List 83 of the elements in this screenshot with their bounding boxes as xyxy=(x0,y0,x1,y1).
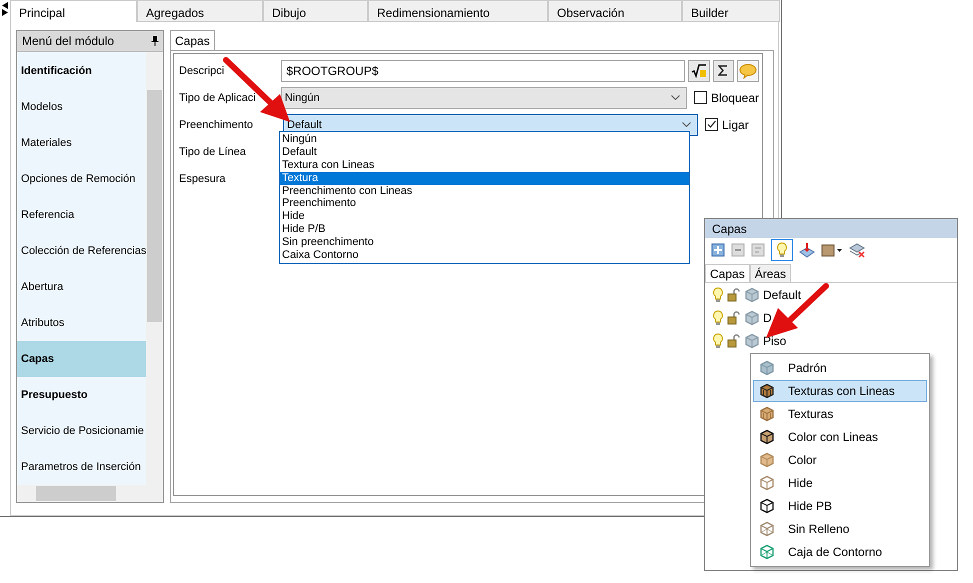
menu-item[interactable]: Capas xyxy=(17,341,146,377)
checkmark-icon xyxy=(706,119,717,130)
cube-icon xyxy=(759,452,775,468)
menu-item[interactable]: Parametros de Inserción xyxy=(17,449,146,485)
cube-icon xyxy=(759,521,775,537)
menu-item[interactable]: Caja de Contorno xyxy=(753,541,927,563)
padlock-icon xyxy=(727,288,741,302)
sum-button[interactable] xyxy=(712,60,734,82)
horizontal-scrollbar[interactable] xyxy=(17,485,163,502)
cube-icon xyxy=(759,360,775,376)
tab[interactable]: Principal xyxy=(10,0,137,22)
square-root-icon xyxy=(690,64,707,78)
field-label: Tipo de Línea xyxy=(179,146,247,158)
field-label: Descripci xyxy=(179,64,226,76)
panel-title: Menú del módulo xyxy=(22,34,114,48)
light-bulb-icon xyxy=(712,286,724,302)
menu-item[interactable]: Referencia xyxy=(17,197,146,233)
box-dropdown-icon[interactable] xyxy=(821,243,843,257)
checkbox[interactable]: Ligar xyxy=(705,118,749,132)
add-layer-icon[interactable] xyxy=(711,243,725,257)
checkbox[interactable]: Bloquear xyxy=(694,90,759,104)
light-bulb-icon xyxy=(712,310,724,326)
menu-item[interactable]: Padrón xyxy=(753,357,927,379)
delete-layers-icon[interactable] xyxy=(849,242,865,258)
remove-layer-icon[interactable] xyxy=(731,243,745,257)
collapse-arrows-icon[interactable] xyxy=(1,2,9,16)
tab[interactable]: Dibujo xyxy=(263,0,368,22)
field-label: Preenchimento xyxy=(179,118,254,130)
light-toggle-button[interactable] xyxy=(771,239,793,261)
pin-icon[interactable] xyxy=(151,35,159,47)
menu-item[interactable]: Servicio de Posicionamie xyxy=(17,413,146,449)
cube-icon xyxy=(744,286,760,302)
dropdown-option[interactable]: Preenchimento con Lineas xyxy=(280,184,689,198)
menu-item[interactable]: Texturas con Lineas xyxy=(753,380,927,402)
menu-item[interactable]: Sin Relleno xyxy=(753,518,927,540)
menu-item[interactable]: Opciones de Remoción xyxy=(17,161,146,197)
light-bulb-icon xyxy=(712,332,724,348)
tab[interactable]: Áreas xyxy=(750,264,792,282)
cube-icon xyxy=(759,475,775,491)
menu-item[interactable]: Modelos xyxy=(17,89,146,125)
light-bulb-icon xyxy=(776,242,788,258)
cube-icon xyxy=(759,498,775,514)
vertical-scrollbar[interactable] xyxy=(146,52,163,485)
tab[interactable]: Builder xyxy=(682,0,780,22)
rename-layer-icon[interactable] xyxy=(751,243,765,257)
padlock-icon xyxy=(727,310,741,324)
menu-item[interactable]: Hide xyxy=(753,472,927,494)
import-arrow-icon[interactable] xyxy=(799,242,815,258)
menu-item[interactable]: Materiales xyxy=(17,125,146,161)
cube-icon xyxy=(759,383,775,399)
cube-icon xyxy=(744,310,760,326)
menu-item[interactable]: Atributos xyxy=(17,305,146,341)
tab[interactable]: Observación xyxy=(548,0,682,22)
menu-item[interactable]: Colección de Referencias xyxy=(17,233,146,269)
layer-name[interactable]: Piso xyxy=(763,334,786,348)
cube-icon xyxy=(759,429,775,445)
dropdown-option[interactable]: Textura xyxy=(280,172,689,185)
menu-item[interactable]: Texturas xyxy=(753,403,927,425)
text-field[interactable]: $ROOTGROUP$ xyxy=(281,60,685,82)
cube-icon xyxy=(759,406,775,422)
chevron-down-icon xyxy=(670,95,680,100)
tab[interactable]: Agregados xyxy=(137,0,263,22)
cube-icon xyxy=(759,544,775,560)
tab[interactable]: Capas xyxy=(705,264,750,282)
field-label: Tipo de Aplicaci xyxy=(179,92,257,104)
menu-item[interactable]: Color con Lineas xyxy=(753,426,927,448)
menu-item[interactable]: Abertura xyxy=(17,269,146,305)
chevron-down-icon xyxy=(682,122,691,127)
menu-item[interactable]: Color xyxy=(753,449,927,471)
speech-bubble-icon xyxy=(739,62,758,78)
formula-button[interactable] xyxy=(688,60,710,82)
menu-item[interactable]: Presupuesto xyxy=(17,377,146,413)
menu-item[interactable]: Hide PB xyxy=(753,495,927,517)
tab[interactable]: Redimensionamiento xyxy=(368,0,548,22)
layer-name[interactable]: Default xyxy=(763,288,802,302)
layer-name[interactable]: D xyxy=(763,310,772,324)
sigma-icon xyxy=(718,65,728,76)
tab[interactable]: Capas xyxy=(170,30,215,50)
padlock-icon xyxy=(727,334,741,348)
field-label: Espesura xyxy=(179,172,226,184)
panel-title: Capas xyxy=(705,219,957,238)
menu-item[interactable]: Identificación xyxy=(17,53,146,89)
cube-icon xyxy=(744,332,760,348)
